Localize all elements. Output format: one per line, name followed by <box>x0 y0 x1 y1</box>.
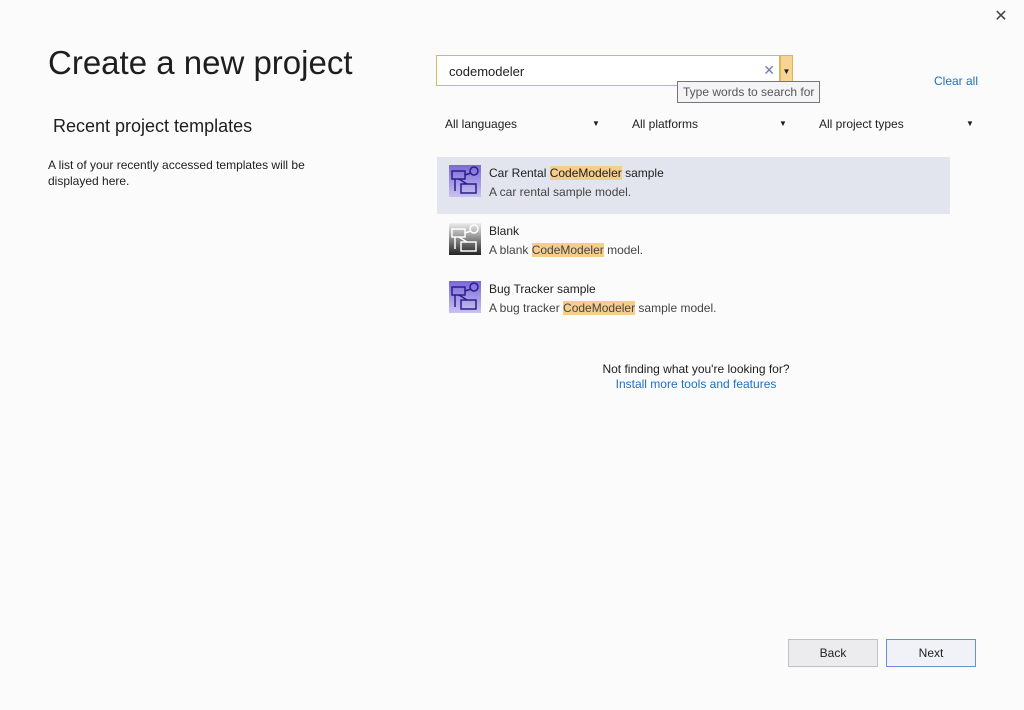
template-description: A car rental sample model. <box>489 185 632 199</box>
clear-all-link[interactable]: Clear all <box>934 74 978 88</box>
diagram-icon-purple <box>449 165 481 197</box>
next-button[interactable]: Next <box>886 639 976 667</box>
clear-search-icon[interactable]: ✕ <box>763 62 775 79</box>
search-tooltip: Type words to search for <box>677 81 821 103</box>
search-input[interactable] <box>447 63 751 80</box>
template-description: A bug tracker CodeModeler sample model. <box>489 301 717 315</box>
template-item[interactable]: Car Rental CodeModeler sample A car rent… <box>437 157 950 214</box>
diagram-icon-gray <box>449 223 481 255</box>
recent-templates-heading: Recent project templates <box>53 116 253 136</box>
not-finding-text: Not finding what you're looking for? <box>602 362 790 376</box>
chevron-down-icon: ▼ <box>782 67 791 76</box>
project-type-filter[interactable]: All project types ▼ <box>819 117 974 131</box>
chevron-down-icon: ▼ <box>966 119 974 128</box>
install-more-link[interactable]: Install more tools and features <box>437 377 955 391</box>
template-name: Blank <box>489 224 520 238</box>
template-description: A blank CodeModeler model. <box>489 243 644 257</box>
language-filter[interactable]: All languages ▼ <box>445 117 600 131</box>
back-button[interactable]: Back <box>788 639 878 667</box>
filter-label: All platforms <box>632 117 699 131</box>
platform-filter[interactable]: All platforms ▼ <box>632 117 787 131</box>
filter-label: All languages <box>445 117 518 131</box>
template-item[interactable]: Blank A blank CodeModeler model. <box>437 215 950 272</box>
template-item[interactable]: Bug Tracker sample A bug tracker CodeMod… <box>437 273 950 330</box>
chevron-down-icon: ▼ <box>779 119 787 128</box>
chevron-down-icon: ▼ <box>592 119 600 128</box>
filter-label: All project types <box>819 117 904 131</box>
template-name: Bug Tracker sample <box>489 282 596 296</box>
close-icon[interactable]: ✕ <box>990 6 1012 28</box>
diagram-icon-purple <box>449 281 481 313</box>
template-name: Car Rental CodeModeler sample <box>489 166 664 180</box>
recent-templates-description: A list of your recently accessed templat… <box>48 158 305 188</box>
page-title: Create a new project <box>48 44 353 81</box>
